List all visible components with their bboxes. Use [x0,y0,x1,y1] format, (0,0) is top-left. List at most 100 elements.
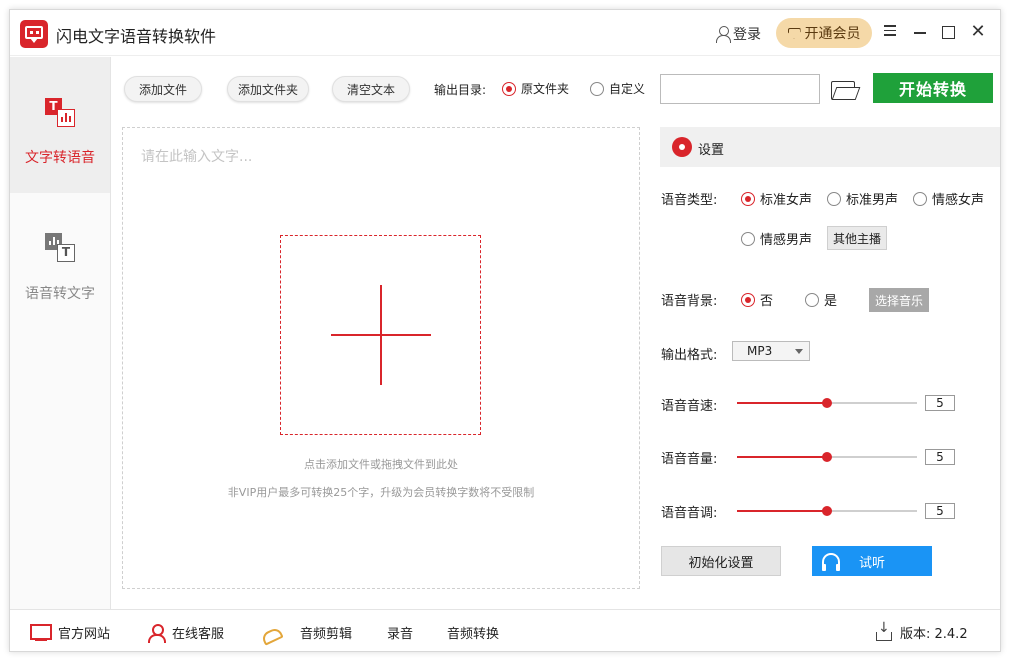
headphone-icon [822,553,840,571]
text-editor[interactable]: 请在此输入文字... 点击添加文件或拖拽文件到此处 非VIP用户最多可转换25个… [122,127,640,589]
option-label: 标准男声 [846,193,899,208]
voice-option-emotional-female[interactable]: 情感女声 [913,189,984,208]
record-label: 录音 [387,627,414,642]
settings-header: 设置 [660,127,1000,167]
maximize-icon[interactable] [938,22,958,42]
add-file-button[interactable]: 添加文件 [124,76,202,102]
vip-label: 开通会员 [804,26,861,42]
output-dir-label: 输出目录: [434,83,487,97]
sidebar-item-text-to-speech[interactable]: T 文字转语音 [10,57,110,193]
reset-settings-button[interactable]: 初始化设置 [661,546,781,576]
radio-standard-male[interactable] [827,191,841,206]
drop-zone[interactable] [280,235,481,435]
login-label: 登录 [733,27,761,43]
pitch-slider[interactable] [737,504,917,518]
radio-original[interactable] [502,81,516,96]
option-label: 否 [760,294,774,309]
slider-fill [737,456,827,458]
slider-knob[interactable] [822,452,832,462]
radio-background-no[interactable] [741,292,755,307]
audio-edit-label: 音频剪辑 [300,627,353,642]
support-link[interactable]: 在线客服 [148,623,225,643]
text-to-speech-icon: T [45,98,77,128]
audio-edit-icon [260,624,282,642]
option-label: 原文件夹 [521,82,570,96]
footer: 官方网站 在线客服 音频剪辑 录音 音频转换 版本: 2.4.2 [10,609,1000,651]
customer-service-icon [148,623,166,643]
option-label: 情感男声 [760,233,813,248]
option-label: 是 [824,294,838,309]
audio-convert-link[interactable]: 音频转换 [447,623,499,642]
minimize-icon[interactable] [910,22,930,42]
app-title: 闪电文字语音转换软件 [56,27,217,46]
background-label: 语音背景: [661,294,718,309]
open-folder-icon[interactable] [830,78,858,100]
radio-emotional-male[interactable] [741,231,755,246]
support-label: 在线客服 [172,627,225,642]
slider-knob[interactable] [822,506,832,516]
speech-to-text-icon: T [45,233,77,263]
close-icon[interactable]: ✕ [968,22,988,42]
speed-value[interactable]: 5 [925,395,955,411]
version-info[interactable]: 版本: 2.4.2 [876,620,968,642]
radio-standard-female[interactable] [741,191,755,206]
login-button[interactable]: 登录 [716,24,761,44]
plus-icon [331,285,431,385]
voice-option-standard-male[interactable]: 标准男声 [827,189,898,208]
volume-label: 语音音量: [661,452,718,467]
vip-button[interactable]: 开通会员 [776,18,872,48]
radio-custom[interactable] [590,81,604,96]
voice-type-label: 语音类型: [661,193,718,208]
drop-hint: 点击添加文件或拖拽文件到此处 [304,458,458,471]
format-select[interactable]: MP3 [732,341,810,361]
audio-convert-label: 音频转换 [447,627,500,642]
start-convert-button[interactable]: 开始转换 [873,73,993,103]
sidebar: T 文字转语音 T 语音转文字 [10,57,111,609]
sidebar-item-speech-to-text[interactable]: T 语音转文字 [10,193,110,329]
gear-icon [672,137,692,157]
voice-option-emotional-male[interactable]: 情感男声 [741,229,812,248]
other-voices-button[interactable]: 其他主播 [827,226,887,250]
record-link[interactable]: 录音 [387,623,413,642]
option-label: 标准女声 [760,193,813,208]
listen-button[interactable]: 试听 [812,546,932,576]
radio-background-yes[interactable] [805,292,819,307]
output-option-original[interactable]: 原文件夹 [502,80,569,97]
settings-title: 设置 [698,143,725,158]
pitch-label: 语音音调: [661,506,718,521]
background-option-no[interactable]: 否 [741,290,773,309]
choose-music-button[interactable]: 选择音乐 [869,288,929,312]
app-window: 闪电文字语音转换软件 登录 开通会员 ✕ T 文字转语音 T 语音转文字 添加文… [9,9,1001,652]
speed-slider[interactable] [737,396,917,410]
volume-value[interactable]: 5 [925,449,955,465]
limit-hint: 非VIP用户最多可转换25个字，升级为会员转换字数将不受限制 [227,486,535,499]
output-option-custom[interactable]: 自定义 [590,80,645,97]
slider-fill [737,510,827,512]
slider-knob[interactable] [822,398,832,408]
website-label: 官方网站 [58,627,111,642]
website-link[interactable]: 官方网站 [30,623,110,642]
diamond-icon [787,27,801,39]
pitch-value[interactable]: 5 [925,503,955,519]
option-label: 情感女声 [932,193,985,208]
listen-label: 试听 [858,555,885,571]
monitor-icon [30,623,52,642]
add-folder-button[interactable]: 添加文件夹 [227,76,309,102]
app-logo-icon [20,20,48,48]
background-option-yes[interactable]: 是 [805,290,837,309]
clear-text-button[interactable]: 清空文本 [332,76,410,102]
volume-slider[interactable] [737,450,917,464]
voice-option-standard-female[interactable]: 标准女声 [741,189,812,208]
audio-edit-link[interactable]: 音频剪辑 [260,623,352,642]
slider-fill [737,402,827,404]
user-icon [716,26,731,43]
menu-icon[interactable] [880,22,900,42]
sidebar-item-label: 语音转文字 [25,286,95,302]
format-label: 输出格式: [661,348,718,363]
version-label: 版本: 2.4.2 [900,627,968,642]
sidebar-item-label: 文字转语音 [25,150,95,166]
output-path-input[interactable] [660,74,820,104]
radio-emotional-female[interactable] [913,191,927,206]
option-label: 自定义 [609,82,646,96]
editor-placeholder: 请在此输入文字... [141,149,253,165]
